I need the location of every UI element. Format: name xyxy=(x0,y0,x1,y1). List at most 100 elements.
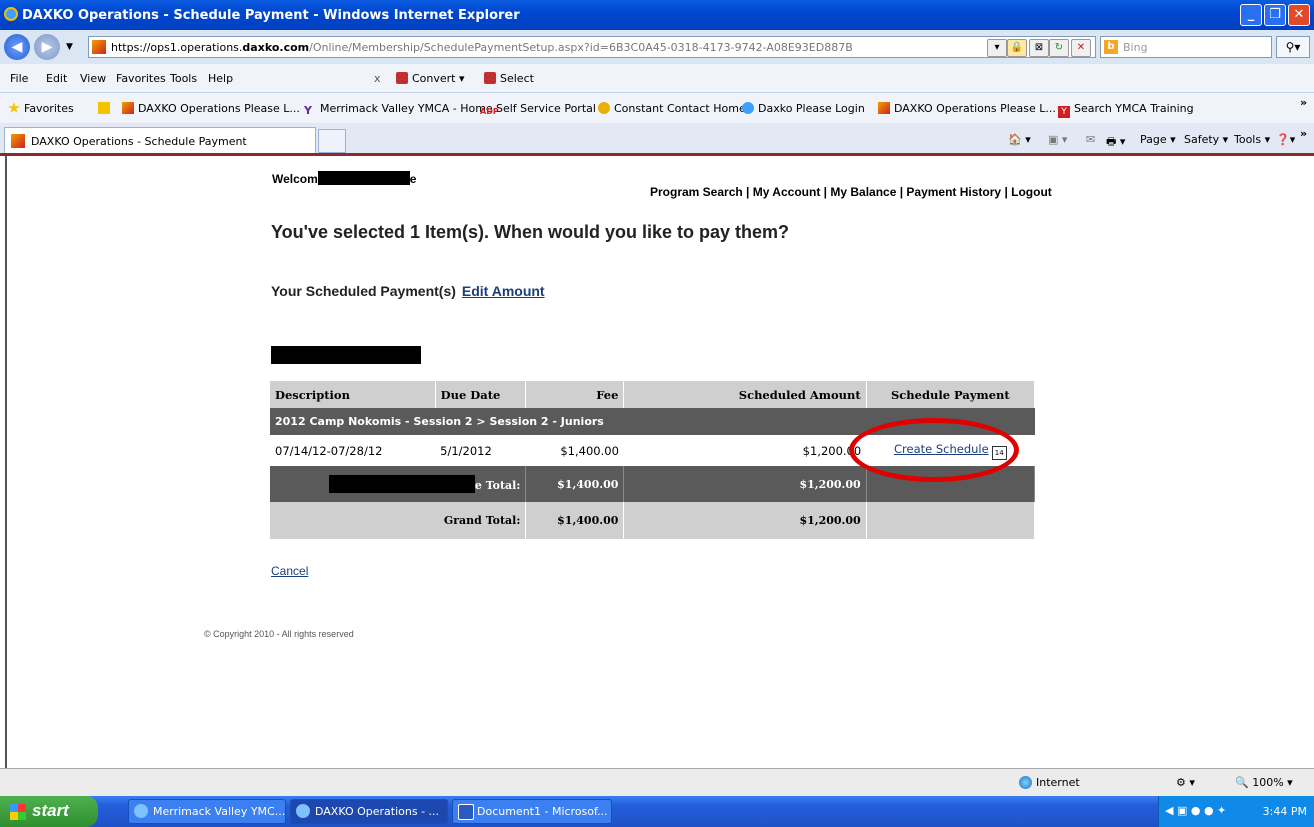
select-button[interactable]: Select xyxy=(484,72,534,85)
redacted-subtotal-name xyxy=(328,475,475,493)
col-scheduled-amount: Scheduled Amount xyxy=(623,381,867,408)
address-url: https://ops1.operations.daxko.com/Online… xyxy=(111,41,853,54)
convert-button[interactable]: Convert ▾ xyxy=(396,72,465,85)
redacted-member-name xyxy=(271,346,421,364)
task-daxko[interactable]: DAXKO Operations - ... xyxy=(290,799,448,824)
nav-separator: | xyxy=(896,185,907,199)
cancel-link[interactable]: Cancel xyxy=(271,564,308,578)
fav-merrimack-ymca[interactable]: Y Merrimack Valley YMCA - Home xyxy=(304,102,493,117)
top-navigation: Program Search | My Account | My Balance… xyxy=(650,185,1052,199)
fav-daxko-1[interactable]: DAXKO Operations Please L... xyxy=(122,102,300,115)
menu-favorites[interactable]: Favorites xyxy=(116,72,166,85)
select-pdf-icon xyxy=(484,72,496,84)
status-bar: Internet ⚙ ▾ 🔍 100% ▾ xyxy=(0,768,1314,796)
clock: 3:44 PM xyxy=(1262,805,1307,818)
ie-page-icon xyxy=(742,102,754,114)
bing-icon: b xyxy=(1104,40,1118,54)
favorites-overflow-icon[interactable]: » xyxy=(1300,96,1307,109)
start-button[interactable]: start xyxy=(0,796,98,827)
nav-logout[interactable]: Logout xyxy=(1011,185,1052,199)
grand-total-label: Grand Total: xyxy=(270,502,527,539)
tab-label: DAXKO Operations - Schedule Payment xyxy=(31,135,247,148)
home-icon[interactable]: 🏠 ▾ xyxy=(1008,133,1031,146)
page-menu[interactable]: Page ▾ xyxy=(1140,133,1176,146)
fav-constant-contact[interactable]: Constant Contact Home xyxy=(598,102,746,115)
fav-self-service-portal[interactable]: ADPSelf Service Portal xyxy=(480,102,596,119)
new-tab-button[interactable] xyxy=(318,129,346,153)
task-word-document[interactable]: Document1 - Microsof... xyxy=(452,799,612,824)
tray-icons[interactable]: ◀ ▣ ● ● ✦ xyxy=(1165,804,1226,817)
safety-menu[interactable]: Safety ▾ xyxy=(1184,133,1228,146)
row-fee: $1,400.00 xyxy=(560,443,619,458)
col-due-date: Due Date xyxy=(435,381,527,408)
col-schedule-payment: Schedule Payment xyxy=(866,381,1036,408)
window-title-bar: DAXKO Operations - Schedule Payment - Wi… xyxy=(0,0,1314,30)
daxko-icon xyxy=(122,102,134,114)
command-overflow-icon[interactable]: » xyxy=(1300,127,1307,140)
edit-amount-link[interactable]: Edit Amount xyxy=(462,283,545,299)
print-icon[interactable]: 🖶 ▾ xyxy=(1106,133,1125,152)
protected-mode-icon[interactable]: ⚙ ▾ xyxy=(1176,776,1195,789)
address-dropdown-icon[interactable]: ▾ xyxy=(987,39,1007,57)
recent-pages-dropdown-icon[interactable]: ▼ xyxy=(66,42,73,52)
nav-program-search[interactable]: Program Search xyxy=(650,185,743,199)
restore-icon[interactable]: ❐ xyxy=(1264,4,1286,26)
fav-search-ymca-training[interactable]: Y Search YMCA Training xyxy=(1058,102,1194,118)
task-merrimack[interactable]: Merrimack Valley YMC... xyxy=(128,799,286,824)
nav-my-account[interactable]: My Account xyxy=(753,185,821,199)
word-icon xyxy=(458,804,474,820)
search-button[interactable]: ⚲▾ xyxy=(1276,36,1310,58)
table-header-row: Description Due Date Fee Scheduled Amoun… xyxy=(270,381,1036,408)
tab-daxko-favicon-icon xyxy=(11,134,25,148)
search-placeholder: Bing xyxy=(1123,41,1148,54)
col-description: Description xyxy=(270,381,436,408)
forward-button[interactable]: ▶ xyxy=(34,34,60,60)
menu-help[interactable]: Help xyxy=(208,72,233,85)
subtotal-fee: $1,400.00 xyxy=(525,466,625,502)
page-content: Welcom e Program Search | My Account | My… xyxy=(5,156,1314,768)
menu-view[interactable]: View xyxy=(80,72,106,85)
adp-icon: ADP xyxy=(480,107,499,116)
compatibility-view-icon[interactable]: ⊠ xyxy=(1029,39,1049,57)
help-icon[interactable]: ❓▾ xyxy=(1276,133,1295,146)
menu-tools[interactable]: Tools xyxy=(170,72,197,85)
back-button[interactable]: ◀ xyxy=(4,34,30,60)
favorites-button[interactable]: Favorites xyxy=(8,102,74,115)
col-fee: Fee xyxy=(525,381,625,408)
page-title: You've selected 1 Item(s). When would yo… xyxy=(271,222,790,242)
nav-payment-history[interactable]: Payment History xyxy=(906,185,1001,199)
welcome-message: Welcom e xyxy=(272,171,417,186)
globe-icon xyxy=(1019,776,1032,789)
address-bar[interactable]: https://ops1.operations.daxko.com/Online… xyxy=(88,36,1096,58)
windows-flag-icon xyxy=(10,804,26,820)
tools-menu[interactable]: Tools ▾ xyxy=(1234,133,1270,146)
tab-bar: DAXKO Operations - Schedule Payment 🏠 ▾ … xyxy=(0,123,1314,156)
stop-icon[interactable]: ✕ xyxy=(1071,39,1091,57)
lock-icon[interactable]: 🔒 xyxy=(1007,39,1027,57)
read-mail-icon[interactable]: ✉ xyxy=(1086,133,1095,146)
scheduled-payments-heading: Your Scheduled Payment(s) Edit Amount xyxy=(271,283,545,299)
close-icon[interactable]: ✕ xyxy=(1288,4,1310,26)
add-favorite-icon[interactable] xyxy=(98,102,114,115)
redacted-name xyxy=(317,171,410,185)
nav-my-balance[interactable]: My Balance xyxy=(830,185,896,199)
address-toolbar: ◀ ▶ ▼ https://ops1.operations.daxko.com/… xyxy=(0,30,1314,64)
fav-daxko-2[interactable]: DAXKO Operations Please L... xyxy=(878,102,1056,115)
refresh-icon[interactable]: ↻ xyxy=(1049,39,1069,57)
feeds-icon[interactable]: ▣ ▾ xyxy=(1048,133,1067,146)
grand-total-row: Grand Total: $1,400.00 $1,200.00 xyxy=(270,502,1036,539)
zoom-level[interactable]: 🔍 100% ▾ xyxy=(1235,776,1293,789)
menu-file[interactable]: File xyxy=(10,72,28,85)
tab-daxko-schedule-payment[interactable]: DAXKO Operations - Schedule Payment xyxy=(4,127,316,153)
nav-separator: | xyxy=(820,185,831,199)
convert-pdf-icon xyxy=(396,72,408,84)
search-input[interactable]: b Bing xyxy=(1100,36,1272,58)
minimize-icon[interactable]: _ xyxy=(1240,4,1262,26)
system-tray: ◀ ▣ ● ● ✦ 3:44 PM xyxy=(1158,796,1314,827)
menu-edit[interactable]: Edit xyxy=(46,72,67,85)
close-toolbar-icon[interactable]: x xyxy=(374,72,381,85)
subtotal-scheduled-amount: $1,200.00 xyxy=(623,466,867,502)
fav-daxko-login[interactable]: Daxko Please Login xyxy=(742,102,865,115)
ymca-training-icon: Y xyxy=(1058,106,1070,118)
ie-logo-icon xyxy=(4,7,18,21)
